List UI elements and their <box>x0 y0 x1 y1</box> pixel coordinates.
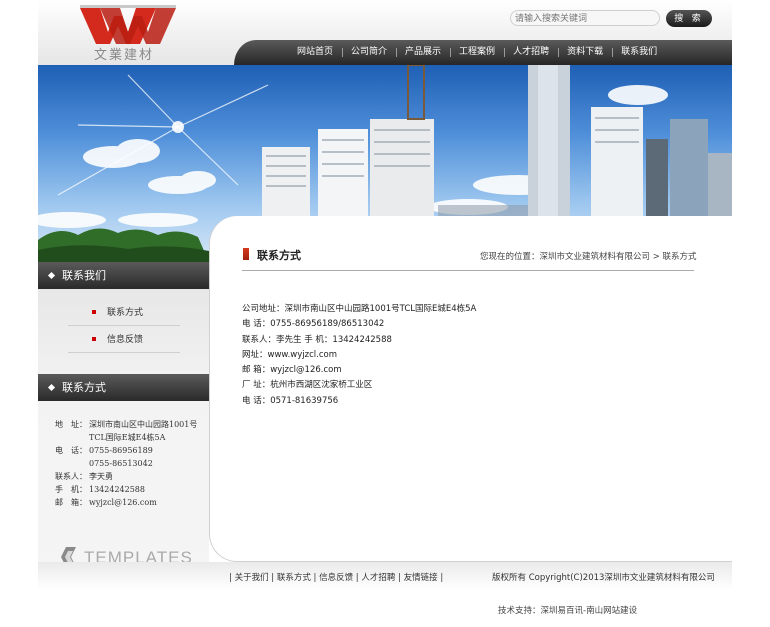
search-button[interactable]: 搜 索 <box>666 10 712 27</box>
contact-value: 李天勇 <box>89 472 113 481</box>
info-line: 公司地址：深圳市南山区中山园路1001号TCL国际E城E4栋5A <box>242 304 477 314</box>
contact-key: 邮 箱： <box>55 498 87 507</box>
sidebar-item-contact[interactable]: 联系方式 <box>68 300 180 326</box>
info-line: 厂 址：杭州市西湖区沈家桥工业区 <box>242 380 373 391</box>
contact-key <box>55 457 89 470</box>
bullet-icon <box>92 337 96 341</box>
contact-row: 地 址： 深圳市南山区中山园路1001号 <box>55 418 197 431</box>
contact-value: 0755-86956189 <box>89 446 153 455</box>
contact-value: 0755-86513042 <box>89 459 153 468</box>
info-line: 电 话：0755-86956189/86513042 <box>242 319 385 330</box>
diamond-icon <box>47 383 56 392</box>
sidebar-item-label: 信息反馈 <box>107 335 144 345</box>
sidebar-contact-list: 地 址： 深圳市南山区中山园路1001号 TCL国际E城E4栋5A 电 话： 075… <box>55 418 197 509</box>
contact-row: 联系人： 李天勇 <box>55 470 197 483</box>
contact-key: 手 机： <box>55 485 87 494</box>
contact-row: 0755-86513042 <box>55 457 197 470</box>
nav-item-contact[interactable]: 联系我们 <box>612 40 666 65</box>
contact-row: TCL国际E城E4栋5A <box>55 431 197 444</box>
contact-value: TCL国际E城E4栋5A <box>89 433 166 442</box>
contact-key: 联系人： <box>55 472 87 481</box>
info-line: 网址：www.wyjzcl.com <box>242 349 337 360</box>
header: 文業建材 搜 索 网站首页 公司简介 产品展示 工程案例 人才招聘 资料下载 联… <box>38 0 732 65</box>
sidebar-title-contact-info: 联系方式 <box>38 374 209 401</box>
main-content: 联系方式 您现在的位置：深圳市文业建筑材料有限公司 > 联系方式 公司地址：深圳… <box>209 216 732 562</box>
copyright-text: 版权所有 Copyright(C)2013深圳市文业建筑材料有限公司 <box>492 573 715 583</box>
contact-row: 电 话： 0755-86956189 <box>55 444 197 457</box>
info-line: 邮 箱：wyjzcl@126.com <box>242 365 342 376</box>
info-line: 电 话：0571-81639756 <box>242 395 339 406</box>
contact-value: 13424242588 <box>89 485 145 494</box>
sidebar-title-label: 联系方式 <box>62 381 106 394</box>
sidebar-title-label: 联系我们 <box>62 269 106 282</box>
tech-support-link[interactable]: 技术支持：深圳易百讯-南山网站建设 <box>498 604 637 616</box>
page-frame: 文業建材 搜 索 网站首页 公司简介 产品展示 工程案例 人才招聘 资料下载 联… <box>38 0 732 627</box>
sidebar-title-contact-us: 联系我们 <box>38 262 209 289</box>
nav-item-products[interactable]: 产品展示 <box>396 40 450 65</box>
contact-row: 手 机： 13424242588 <box>55 483 197 496</box>
sidebar: 联系我们 联系方式 信息反馈 联系方式 地 址： 深圳市南山区中山园路1001号 … <box>38 262 209 590</box>
title-marker-icon <box>243 248 249 260</box>
contact-value: wyjzcl@126.com <box>89 498 157 507</box>
nav-item-about[interactable]: 公司简介 <box>342 40 396 65</box>
bullet-icon <box>92 310 96 314</box>
footer-links[interactable]: | 关于我们 | 联系方式 | 信息反馈 | 人才招聘 | 友情链接 | <box>229 571 443 583</box>
sidebar-item-feedback[interactable]: 信息反馈 <box>68 327 180 353</box>
page-title: 联系方式 <box>257 249 301 262</box>
contact-info: 公司地址：深圳市南山区中山园路1001号TCL国际E城E4栋5A 电 话：075… <box>242 302 476 409</box>
nav-item-cases[interactable]: 工程案例 <box>450 40 504 65</box>
contact-key: 电 话： <box>55 446 87 455</box>
contact-key: 地 址： <box>55 420 87 429</box>
info-line: 联系人：李先生 手 机：13424242588 <box>242 334 392 345</box>
nav-item-jobs[interactable]: 人才招聘 <box>504 40 558 65</box>
logo-text: 文業建材 <box>94 48 155 63</box>
breadcrumb[interactable]: 您现在的位置：深圳市文业建筑材料有限公司 > 联系方式 <box>480 250 697 262</box>
nav-item-downloads[interactable]: 资料下载 <box>558 40 612 65</box>
contact-value: 深圳市南山区中山园路1001号 <box>89 420 198 429</box>
search-input[interactable] <box>510 10 660 26</box>
main-nav: 网站首页 公司简介 产品展示 工程案例 人才招聘 资料下载 联系我们 <box>234 40 732 65</box>
sidebar-item-label: 联系方式 <box>107 308 144 318</box>
contact-row: 邮 箱： wyjzcl@126.com <box>55 496 197 509</box>
contact-key <box>55 431 89 444</box>
divider <box>242 270 694 271</box>
footer: | 关于我们 | 联系方式 | 信息反馈 | 人才招聘 | 友情链接 | 版权所… <box>38 562 732 590</box>
diamond-icon <box>47 271 56 280</box>
nav-item-home[interactable]: 网站首页 <box>288 40 342 65</box>
